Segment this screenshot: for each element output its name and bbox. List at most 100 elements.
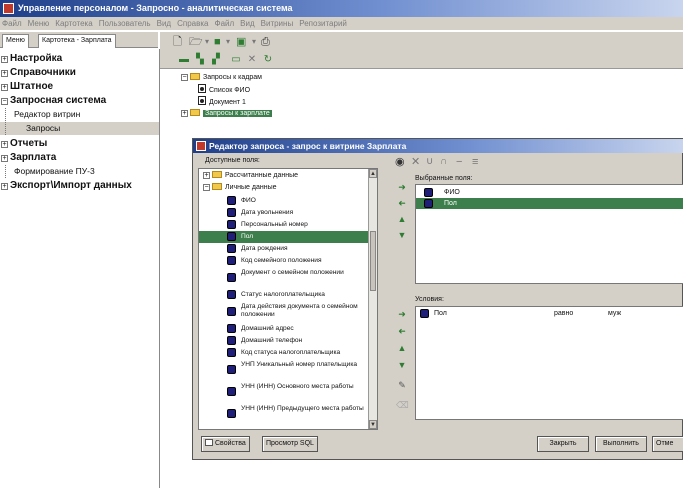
selected-field[interactable]: Пол xyxy=(416,198,683,209)
available-field[interactable]: Статус налогоплательщика xyxy=(199,289,370,301)
menu-tree-item[interactable]: − Запросная система xyxy=(0,94,106,107)
move-up-icon[interactable]: ▲ xyxy=(396,213,408,225)
query-tree-item[interactable]: + Запросы к зарплате xyxy=(180,108,272,119)
dropdown-arrow-icon[interactable]: ▾ xyxy=(252,35,256,49)
run-button[interactable]: Выполнить xyxy=(595,436,647,452)
cancel-button[interactable]: Отме xyxy=(652,436,683,452)
menu-item[interactable]: Картотека xyxy=(55,19,92,28)
menu-item[interactable]: Вид xyxy=(240,19,254,28)
expand-collapse-icon[interactable]: − xyxy=(203,184,210,191)
minus-icon[interactable]: − xyxy=(456,155,462,169)
menu-tree-item[interactable]: + Экспорт\Импорт данных xyxy=(0,179,132,192)
menu-tree-item[interactable]: Редактор витрин xyxy=(0,108,80,121)
expand-collapse-icon[interactable]: − xyxy=(181,74,188,81)
menu-tree-label: Зарплата xyxy=(10,152,57,163)
save-icon[interactable]: ■ xyxy=(214,35,221,49)
expand-collapse-icon[interactable]: + xyxy=(1,155,8,162)
menu-tree-item[interactable]: + Справочники xyxy=(0,66,76,79)
available-field[interactable]: Документ о семейном положении xyxy=(199,267,370,289)
available-field[interactable]: УНП Уникальный номер плательщика xyxy=(199,359,370,381)
expand-collapse-icon[interactable]: + xyxy=(1,141,8,148)
available-fields-list[interactable]: ФИО Дата увольнения Персональный номер Пол Д… xyxy=(198,168,378,430)
add-condition-icon[interactable]: ➜ xyxy=(396,308,408,320)
available-field[interactable]: Домашний адрес xyxy=(199,323,370,335)
edit-condition-icon[interactable]: ✎ xyxy=(396,379,408,391)
expand-collapse-icon[interactable]: + xyxy=(1,70,8,77)
available-field[interactable]: Код семейного положения xyxy=(199,255,370,267)
query-tree-item[interactable]: Документ 1 xyxy=(198,96,246,107)
menu-tree-item[interactable]: + Настройка xyxy=(0,52,62,65)
properties-button[interactable]: Свойства xyxy=(201,436,250,452)
scroll-down-icon[interactable]: ▼ xyxy=(369,420,377,429)
menu-tree-item[interactable]: + Зарплата xyxy=(0,151,56,164)
scroll-up-icon[interactable]: ▲ xyxy=(369,169,377,178)
tab-menu[interactable]: Меню xyxy=(2,34,29,48)
menu-item[interactable]: Меню xyxy=(28,19,50,28)
remove-condition-icon[interactable]: ➜ xyxy=(396,325,408,337)
available-field[interactable]: Персональный номер xyxy=(199,219,370,231)
menu-tree-item[interactable]: Запросы xyxy=(0,122,159,135)
menu-tree-item[interactable]: + Отчеты xyxy=(0,137,47,150)
remove-field-icon[interactable]: ➜ xyxy=(396,197,408,209)
menu-item[interactable]: Файл xyxy=(2,19,22,28)
copy-query-icon[interactable]: ▚ xyxy=(194,54,206,66)
condition-down-icon[interactable]: ▼ xyxy=(396,359,408,371)
menu-item[interactable]: Файл xyxy=(214,19,234,28)
table-icon[interactable]: ▣ xyxy=(236,35,246,49)
intersect-icon[interactable]: ∩ xyxy=(440,155,447,169)
expand-collapse-icon[interactable]: + xyxy=(181,110,188,117)
available-field[interactable]: УНН (ИНН) Предыдущего места работы xyxy=(199,403,370,425)
report-icon[interactable]: ⎙ xyxy=(261,35,270,49)
menu-tree-item[interactable]: Формирование ПУ-3 xyxy=(0,165,95,178)
expand-collapse-icon[interactable]: + xyxy=(1,56,8,63)
add-field-icon[interactable]: ➜ xyxy=(396,181,408,193)
dropdown-arrow-icon[interactable]: ▾ xyxy=(205,35,209,49)
available-field[interactable]: Пол xyxy=(199,231,370,243)
available-field[interactable]: Домашний телефон xyxy=(199,335,370,347)
clear-condition-icon[interactable]: ⌫ xyxy=(396,399,409,411)
expand-collapse-icon[interactable]: + xyxy=(1,84,8,91)
view-sql-button[interactable]: Просмотр SQL xyxy=(262,436,318,452)
conditions-list[interactable]: Пол равно муж xyxy=(415,306,683,420)
expand-collapse-icon[interactable]: − xyxy=(1,98,8,105)
menu-item[interactable]: Вид xyxy=(157,19,171,28)
scroll-thumb[interactable] xyxy=(370,231,376,291)
field-group[interactable]: − Личные данные xyxy=(199,183,370,193)
open-folder-icon[interactable]: 🗁 xyxy=(189,35,203,49)
condition-row[interactable]: Пол равно муж xyxy=(416,309,683,319)
menu-item[interactable]: Репозитарий xyxy=(299,19,347,28)
add-query-icon[interactable]: ▬ xyxy=(178,54,190,66)
query-tree-item[interactable]: − Запросы к кадрам xyxy=(180,72,262,83)
condition-up-icon[interactable]: ▲ xyxy=(396,342,408,354)
new-file-icon[interactable]: 🗋 xyxy=(173,35,182,49)
available-field[interactable]: ФИО xyxy=(199,195,370,207)
move-down-icon[interactable]: ▼ xyxy=(396,229,408,241)
union-icon[interactable]: ∪ xyxy=(426,155,433,169)
available-field[interactable]: Дата увольнения xyxy=(199,207,370,219)
query-tree-item[interactable]: Список ФИО xyxy=(198,84,250,95)
menu-item[interactable]: Пользователь xyxy=(99,19,151,28)
menu-item[interactable]: Витрины xyxy=(261,19,294,28)
folder-icon[interactable]: ▭ xyxy=(230,54,242,66)
expand-collapse-icon[interactable]: + xyxy=(203,172,210,179)
field-group[interactable]: + Рассчитанные данные xyxy=(199,171,370,181)
equals-icon[interactable]: ≡ xyxy=(472,155,478,169)
close-button[interactable]: Закрыть xyxy=(537,436,589,452)
paste-query-icon[interactable]: ▞ xyxy=(210,54,222,66)
available-field[interactable]: Дата действия документа о семейном полож… xyxy=(199,301,370,323)
available-field[interactable]: УНН (ИНН) Основного места работы xyxy=(199,381,370,403)
refresh-icon[interactable]: ↻ xyxy=(262,54,274,66)
expand-collapse-icon[interactable]: + xyxy=(1,183,8,190)
delete-icon[interactable]: ✕ xyxy=(246,54,258,66)
selected-fields-list[interactable]: ФИО Пол xyxy=(415,184,683,284)
menu-tree-item[interactable]: + Штатное xyxy=(0,80,53,93)
vertical-scrollbar[interactable]: ▲ ▼ xyxy=(368,169,377,429)
selected-field[interactable]: ФИО xyxy=(416,187,683,198)
menu-item[interactable]: Справка xyxy=(177,19,208,28)
dropdown-arrow-icon[interactable]: ▾ xyxy=(226,35,230,49)
eye-icon[interactable]: ◉ xyxy=(395,155,405,169)
remove-icon[interactable]: ✕ xyxy=(411,155,420,169)
available-field[interactable]: Код статуса налогоплательщика xyxy=(199,347,370,359)
available-field[interactable]: Дата рождения xyxy=(199,243,370,255)
tab-kartoteka-zarplata[interactable]: Картотека - Зарплата xyxy=(38,34,116,48)
